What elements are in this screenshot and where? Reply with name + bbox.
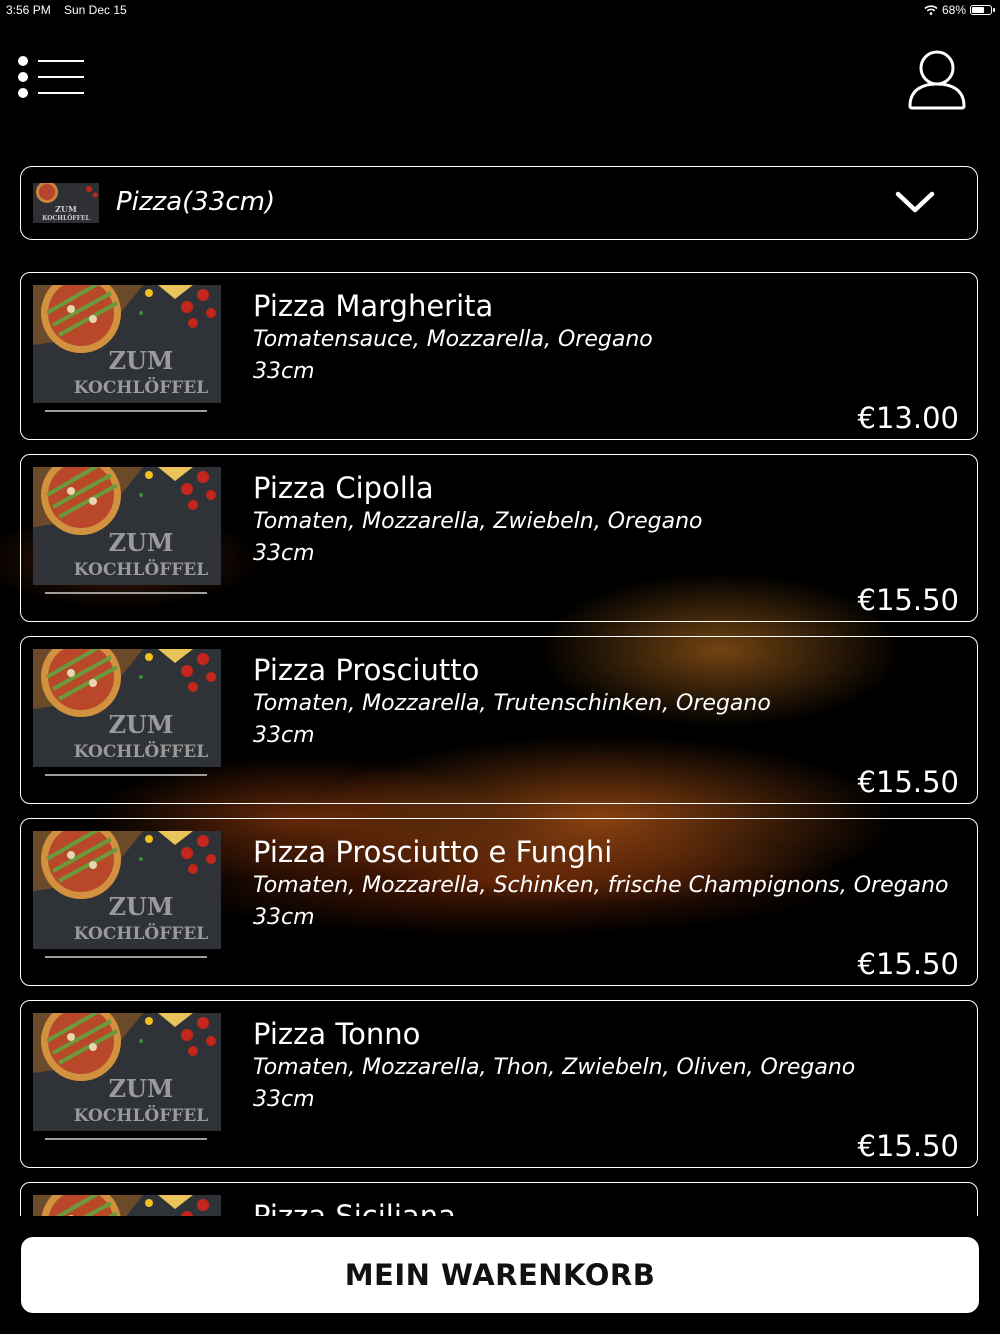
- product-thumbnail: ZUMKOCHLÖFFEL: [33, 285, 221, 412]
- logo-text-line1: ZUM: [108, 892, 173, 921]
- product-card[interactable]: ZUM KOCHLÖFFEL Pizza Prosciutto Tomaten, Mo…: [20, 636, 978, 804]
- menu-button[interactable]: [18, 52, 88, 106]
- chevron-down-icon: [895, 191, 935, 213]
- product-name: Pizza Margherita: [253, 289, 494, 323]
- category-thumb-text-2: KOCHLÖFFEL: [42, 215, 90, 222]
- product-size: 33cm: [253, 905, 315, 930]
- logo-text-line2: KOCHLÖFFEL: [74, 377, 209, 398]
- product-card[interactable]: ZUMKOCHLÖFFEL Pizza Siciliana: [20, 1182, 978, 1216]
- product-size: 33cm: [253, 541, 315, 566]
- product-price: €15.50: [857, 765, 959, 799]
- product-name: Pizza Siciliana: [253, 1199, 456, 1216]
- hamburger-menu-icon: [18, 56, 88, 66]
- category-thumb-text-1: ZUM: [55, 204, 77, 214]
- category-thumbnail: ZUM KOCHLÖFFEL: [33, 183, 99, 223]
- status-bar: 3:56 PM Sun Dec 15 68%: [0, 0, 1000, 22]
- category-selected-label: Pizza(33cm): [116, 187, 276, 217]
- cart-button[interactable]: MEIN WARENKORB: [21, 1237, 979, 1313]
- product-card[interactable]: ZUM KOCHLÖFFEL Pizza Tonno Tomaten, Mozzare…: [20, 1000, 978, 1168]
- logo-text-line1: ZUM: [108, 1074, 173, 1103]
- logo-text-line2: KOCHLÖFFEL: [74, 923, 209, 944]
- product-size: 33cm: [253, 359, 315, 384]
- product-description: Tomaten, Mozzarella, Trutenschinken, Ore…: [253, 691, 771, 716]
- status-indicators: 68%: [924, 3, 995, 17]
- product-description: Tomaten, Mozzarella, Schinken, frische C…: [253, 873, 949, 898]
- logo-text-line1: ZUM: [108, 346, 173, 375]
- product-description: Tomaten, Mozzarella, Thon, Zwiebeln, Oli…: [253, 1055, 856, 1080]
- product-description: Tomaten, Mozzarella, Zwiebeln, Oregano: [253, 509, 703, 534]
- product-thumbnail: ZUMKOCHLÖFFEL: [33, 831, 221, 958]
- product-card[interactable]: ZUM KOCHLÖFFEL Pizza Margherita Tomatensauc…: [20, 272, 978, 440]
- product-thumbnail: ZUMKOCHLÖFFEL: [33, 1013, 221, 1140]
- status-date: Sun Dec 15: [64, 3, 127, 17]
- logo-text-line2: KOCHLÖFFEL: [74, 559, 209, 580]
- product-description: Tomatensauce, Mozzarella, Oregano: [253, 327, 653, 352]
- product-list[interactable]: ZUM KOCHLÖFFEL Pizza Margherita Tomatensauc…: [0, 272, 1000, 1216]
- product-price: €15.50: [857, 583, 959, 617]
- product-name: Pizza Prosciutto: [253, 653, 480, 687]
- product-price: €15.50: [857, 1129, 959, 1163]
- product-name: Pizza Tonno: [253, 1017, 421, 1051]
- status-time: 3:56 PM: [6, 3, 51, 17]
- cart-button-label: MEIN WARENKORB: [344, 1258, 656, 1292]
- product-thumbnail: ZUMKOCHLÖFFEL: [33, 649, 221, 776]
- battery-fill: [972, 7, 984, 13]
- product-thumbnail: ZUMKOCHLÖFFEL: [33, 467, 221, 594]
- product-card[interactable]: ZUM KOCHLÖFFEL Pizza Prosciutto e Funghi To…: [20, 818, 978, 986]
- app-screen: 3:56 PM Sun Dec 15 68% ZUM KOCHLÖFFEL Pi…: [0, 0, 1000, 1334]
- battery-icon: [970, 5, 995, 15]
- product-price: €13.00: [857, 401, 959, 435]
- product-thumbnail: ZUMKOCHLÖFFEL: [33, 1195, 221, 1216]
- logo-text-line1: ZUM: [108, 710, 173, 739]
- product-size: 33cm: [253, 723, 315, 748]
- wifi-icon: [924, 5, 938, 15]
- product-name: Pizza Cipolla: [253, 471, 434, 505]
- user-profile-icon[interactable]: [904, 46, 970, 112]
- category-dropdown[interactable]: ZUM KOCHLÖFFEL Pizza(33cm): [20, 166, 978, 240]
- product-size: 33cm: [253, 1087, 315, 1112]
- product-name: Pizza Prosciutto e Funghi: [253, 835, 613, 869]
- logo-text-line2: KOCHLÖFFEL: [74, 741, 209, 762]
- logo-text-line2: KOCHLÖFFEL: [74, 1105, 209, 1126]
- product-card[interactable]: ZUM KOCHLÖFFEL Pizza Cipolla Tomaten, Mozza…: [20, 454, 978, 622]
- logo-text-line1: ZUM: [108, 528, 173, 557]
- product-price: €15.50: [857, 947, 959, 981]
- battery-percent: 68%: [941, 3, 966, 17]
